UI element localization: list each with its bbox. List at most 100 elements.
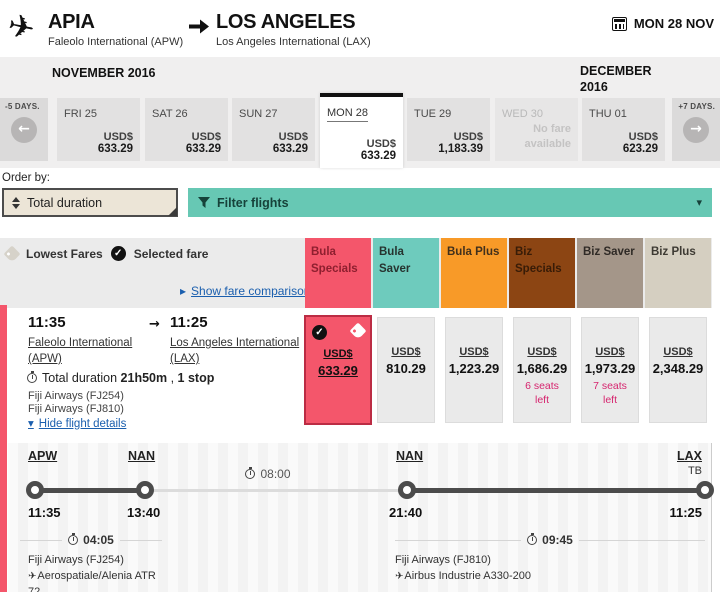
prev-days-button[interactable]: -5 DAYS. ←: [0, 98, 48, 161]
date-tab-currency: USD$: [186, 131, 221, 143]
next-days-button[interactable]: +7 DAYS. →: [672, 98, 720, 161]
destination-city: LOS ANGELES: [216, 11, 371, 34]
date-tab-day: MON 28: [327, 107, 368, 122]
airplane-icon: ✈: [395, 571, 403, 582]
check-circle-icon: [111, 246, 126, 261]
origin-airport: Faleolo International (APW): [48, 36, 183, 48]
selected-row-indicator: [0, 305, 7, 592]
fare-price: 2,348.29: [650, 361, 706, 376]
stop-code-apw[interactable]: APW: [28, 449, 57, 463]
segment-1-info: Fiji Airways (FJ254) ✈Aerospatiale/Aleni…: [28, 553, 170, 592]
segment-2-aircraft: Airbus Industrie A330-200: [404, 570, 531, 582]
date-tab-tue29[interactable]: TUE 29 USD$ 1,183.39: [407, 98, 490, 161]
sort-icon: [12, 197, 20, 209]
date-tab-thu01[interactable]: THU 01 USD$ 623.29: [582, 98, 665, 161]
date-tab-day: SAT 26: [152, 108, 188, 120]
destination-header: LOS ANGELES Los Angeles International (L…: [216, 11, 371, 48]
filter-flights-bar[interactable]: Filter flights ▾: [188, 188, 712, 217]
stops-value: 1 stop: [178, 371, 215, 385]
fare-currency: USD$: [378, 346, 434, 358]
timeline-dot-apw: [26, 481, 44, 499]
order-by-value: Total duration: [27, 196, 102, 210]
date-tab-currency: USD$: [273, 131, 308, 143]
arrow-right-icon: →: [149, 317, 160, 332]
arrow-left-icon: ←: [11, 117, 37, 143]
date-strip: NOVEMBER 2016 DECEMBER 2016 -5 DAYS. ← F…: [0, 57, 720, 168]
stop-time-nan-2: 21:40: [389, 505, 422, 520]
seats-left: 7 seats left: [582, 380, 638, 407]
fare-currency: USD$: [582, 346, 638, 358]
fare-price: 1,223.29: [446, 361, 502, 376]
timeline-dot-nan-1: [136, 481, 154, 499]
stop-code-nan-1[interactable]: NAN: [128, 449, 155, 463]
airplane-icon: ✈: [28, 571, 36, 582]
month-label-right: DECEMBER 2016: [580, 63, 658, 96]
segment-1-duration-value: 04:05: [83, 533, 114, 547]
date-tab-price: 633.29: [98, 143, 133, 155]
date-tab-day: THU 01: [589, 108, 627, 120]
date-tab-day: TUE 29: [414, 108, 451, 120]
fare-currency: USD$: [306, 348, 370, 360]
fare-class-bula-saver: Bula Saver: [373, 238, 439, 308]
order-by-dropdown[interactable]: Total duration: [2, 188, 178, 217]
stop-code-lax[interactable]: LAX: [677, 449, 702, 463]
segment-1-aircraft: Aerospatiale/Alenia ATR 72: [28, 570, 156, 592]
fare-price: 633.29: [306, 363, 370, 378]
date-tab-fri25[interactable]: FRI 25 USD$ 633.29: [57, 98, 140, 161]
stop-time-apw: 11:35: [28, 505, 61, 520]
date-tab-day: SUN 27: [239, 108, 278, 120]
fare-class-biz-plus: Biz Plus: [645, 238, 711, 308]
fare-cell-biz-specials[interactable]: USD$ 1,686.29 6 seats left: [513, 317, 571, 423]
travel-date[interactable]: MON 28 NOV: [612, 16, 714, 31]
segment-2-info: Fiji Airways (FJ810) ✈Airbus Industrie A…: [395, 553, 645, 585]
chevron-down-icon[interactable]: ▾: [696, 196, 702, 209]
date-tab-price: 633.29: [186, 143, 221, 155]
calendar-icon: [612, 17, 627, 31]
arrival-airport-link[interactable]: Los Angeles International (LAX): [170, 335, 300, 367]
date-tab-currency: USD$: [361, 138, 396, 150]
total-duration-label: Total duration: [42, 371, 117, 385]
tag-icon: [4, 245, 21, 262]
date-tab-price: 1,183.39: [438, 143, 483, 155]
departure-airport-link[interactable]: Faleolo International (APW): [28, 335, 148, 367]
segment-2-duration-value: 09:45: [542, 533, 573, 547]
date-tab-day: FRI 25: [64, 108, 97, 120]
airline-flight-2: Fiji Airways (FJ810): [28, 403, 124, 415]
hide-flight-details-link[interactable]: Hide flight details: [28, 416, 126, 430]
segment-2-duration: 09:45: [395, 533, 705, 547]
fare-price: 1,973.29: [582, 361, 638, 376]
stop-code-nan-2[interactable]: NAN: [396, 449, 423, 463]
airplane-icon: ✈: [4, 6, 38, 49]
date-tab-sun27[interactable]: SUN 27 USD$ 633.29: [232, 98, 315, 161]
fare-cell-biz-plus[interactable]: USD$ 2,348.29: [649, 317, 707, 423]
fare-cell-bula-specials-selected[interactable]: USD$ 633.29: [304, 315, 372, 425]
stopwatch-icon: [527, 535, 537, 545]
fare-class-biz-specials: Biz Specials: [509, 238, 575, 308]
arrow-right-icon: →: [683, 117, 709, 143]
date-tab-price: 623.29: [623, 143, 658, 155]
check-circle-icon: [312, 325, 327, 340]
fare-cell-bula-plus[interactable]: USD$ 1,223.29: [445, 317, 503, 423]
date-tab-wed30-disabled: WED 30 No fare available: [495, 98, 578, 161]
fare-cell-biz-saver[interactable]: USD$ 1,973.29 7 seats left: [581, 317, 639, 423]
arrival-time: 11:25: [170, 314, 300, 331]
tag-icon: [350, 323, 367, 340]
fare-cell-bula-saver[interactable]: USD$ 810.29: [377, 317, 435, 423]
date-tab-sat26[interactable]: SAT 26 USD$ 633.29: [145, 98, 228, 161]
date-tab-mon28-selected[interactable]: MON 28 USD$ 633.29: [320, 93, 403, 168]
seats-left: 6 seats left: [514, 380, 570, 407]
timeline-dot-lax: [696, 481, 714, 499]
segment-1-airline: Fiji Airways (FJ254): [28, 553, 170, 569]
departure-time: 11:35: [28, 314, 148, 331]
fare-class-bula-plus: Bula Plus: [441, 238, 507, 308]
travel-date-label: MON 28 NOV: [634, 16, 714, 31]
stopwatch-icon: [27, 373, 37, 383]
date-tab-currency: USD$: [438, 131, 483, 143]
fare-class-bula-specials: Bula Specials: [305, 238, 371, 308]
fare-price: 1,686.29: [514, 361, 570, 376]
terminal-label: TB: [688, 465, 702, 477]
layover-duration: 08:00: [213, 467, 323, 481]
fare-currency: USD$: [650, 346, 706, 358]
segment-line-2: [407, 488, 705, 493]
show-fare-comparison-link[interactable]: Show fare comparison: [180, 284, 310, 298]
